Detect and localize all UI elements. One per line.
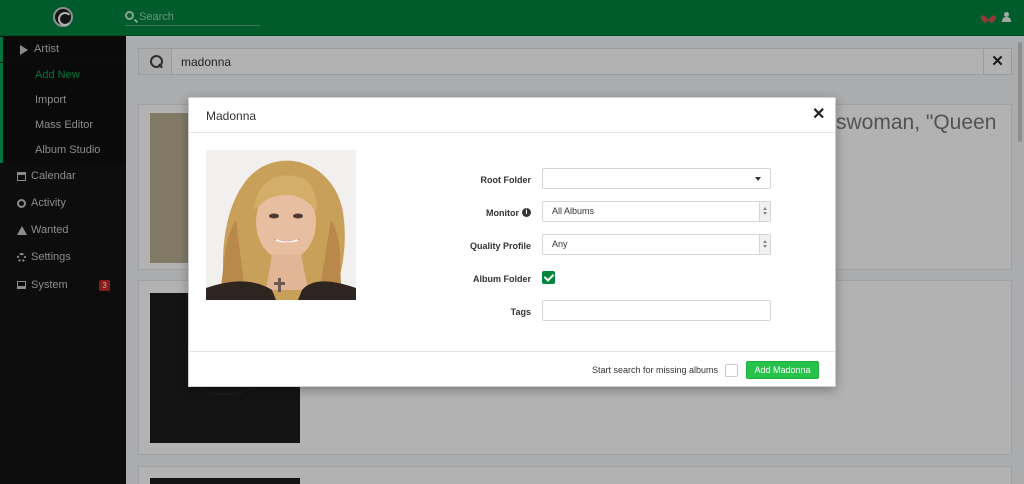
search-missing-label: Start search for missing albums xyxy=(592,365,719,375)
root-folder-select[interactable] xyxy=(542,168,771,189)
close-icon[interactable]: ✕ xyxy=(812,107,825,123)
add-artist-button[interactable]: Add Madonna xyxy=(746,361,819,379)
album-folder-checkbox[interactable] xyxy=(542,271,555,284)
artist-portrait xyxy=(206,150,356,300)
select-arrows-icon xyxy=(759,235,770,254)
tags-label: Tags xyxy=(510,307,531,317)
monitor-label: Monitor xyxy=(486,208,519,218)
add-artist-modal: Madonna ✕ Root Folder Monitor i All Albu xyxy=(188,97,836,387)
info-icon[interactable]: i xyxy=(522,208,531,217)
album-folder-label: Album Folder xyxy=(473,274,531,284)
quality-profile-label: Quality Profile xyxy=(469,241,531,251)
tags-input[interactable] xyxy=(542,300,771,321)
monitor-select[interactable]: All Albums xyxy=(542,201,771,222)
caret-down-icon xyxy=(755,177,761,181)
search-missing-checkbox[interactable] xyxy=(725,364,738,377)
quality-profile-value: Any xyxy=(552,239,568,249)
select-arrows-icon xyxy=(759,202,770,221)
root-folder-label: Root Folder xyxy=(480,175,532,185)
modal-title: Madonna xyxy=(206,109,257,123)
quality-profile-select[interactable]: Any xyxy=(542,234,771,255)
page-scrollbar[interactable] xyxy=(1018,42,1022,142)
modal-header: Madonna ✕ xyxy=(189,98,835,133)
modal-footer: Start search for missing albums Add Mado… xyxy=(189,351,835,386)
monitor-value: All Albums xyxy=(552,206,595,216)
